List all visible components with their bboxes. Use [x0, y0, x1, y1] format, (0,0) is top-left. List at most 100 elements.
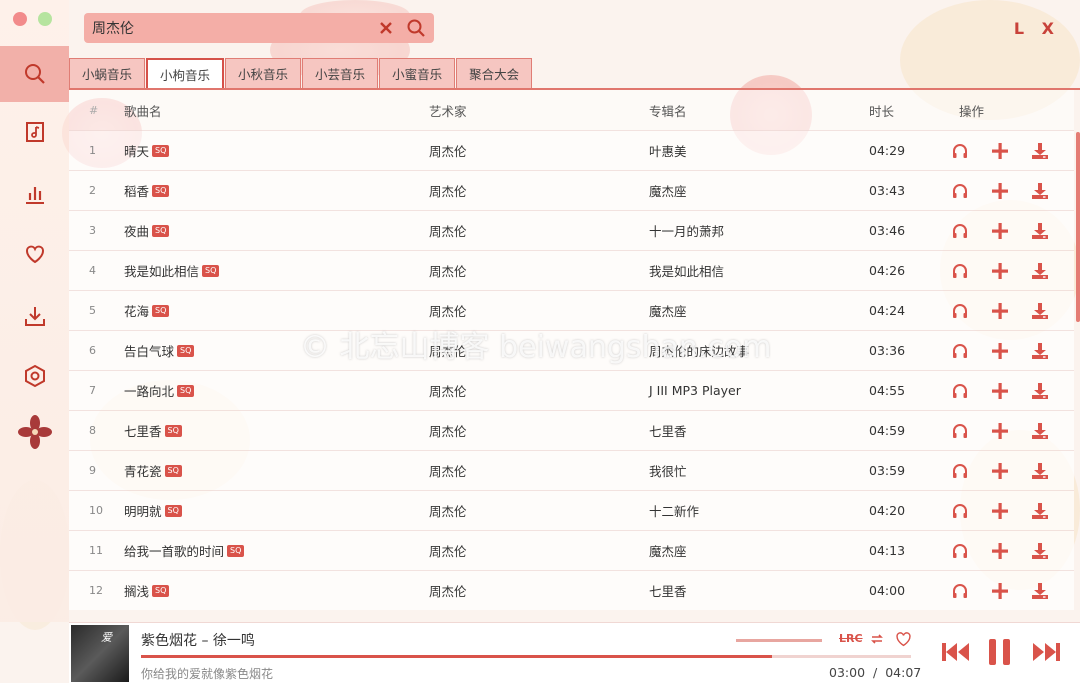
- listen-icon[interactable]: [951, 582, 969, 600]
- table-row[interactable]: 9 青花瓷 SQ 周杰伦 我很忙 03:59: [69, 450, 1074, 490]
- table-row[interactable]: 11 给我一首歌的时间 SQ 周杰伦 魔杰座 04:13: [69, 530, 1074, 570]
- song-title: 青花瓷: [124, 464, 162, 479]
- add-to-list-icon[interactable]: [991, 582, 1009, 600]
- row-song-name: 七里香 SQ: [124, 421, 429, 440]
- sq-badge: SQ: [177, 384, 195, 397]
- listen-icon[interactable]: [951, 142, 969, 160]
- add-to-list-icon[interactable]: [991, 142, 1009, 160]
- add-to-list-icon[interactable]: [991, 542, 1009, 560]
- row-artist: 周杰伦: [429, 584, 467, 599]
- add-to-list-icon[interactable]: [991, 262, 1009, 280]
- download-song-icon[interactable]: [1031, 222, 1049, 240]
- tab-5[interactable]: 小蜜音乐: [379, 58, 456, 88]
- download-song-icon[interactable]: [1031, 542, 1049, 560]
- tab-3[interactable]: 小秋音乐: [225, 58, 302, 88]
- clear-search-icon[interactable]: [378, 20, 394, 40]
- listen-icon[interactable]: [951, 542, 969, 560]
- next-track-icon[interactable]: [1031, 641, 1061, 663]
- row-song-name: 晴天 SQ: [124, 141, 429, 160]
- progress-bar[interactable]: [141, 655, 911, 658]
- row-album: 我是如此相信: [649, 264, 725, 279]
- app-brand: L X: [1013, 19, 1060, 38]
- download-song-icon[interactable]: [1031, 462, 1049, 480]
- favorite-heart-icon[interactable]: [895, 631, 912, 647]
- song-title: 夜曲: [124, 224, 150, 239]
- search-input[interactable]: [84, 20, 364, 36]
- sidebar-item-charts[interactable]: [0, 170, 69, 218]
- listen-icon[interactable]: [951, 462, 969, 480]
- tab-4[interactable]: 小芸音乐: [302, 58, 379, 88]
- table-row[interactable]: 7 一路向北 SQ 周杰伦 J III MP3 Player 04:55: [69, 370, 1074, 410]
- header-duration: 时长: [869, 103, 895, 119]
- heart-icon: [25, 245, 44, 264]
- download-song-icon[interactable]: [1031, 342, 1049, 360]
- album-cover[interactable]: 爱: [71, 625, 129, 682]
- window-minimize-button[interactable]: [38, 12, 52, 26]
- repeat-icon[interactable]: [869, 631, 885, 647]
- add-to-list-icon[interactable]: [991, 462, 1009, 480]
- tab-6[interactable]: 聚合大会: [456, 58, 533, 88]
- pause-icon[interactable]: [987, 638, 1013, 666]
- sq-badge: SQ: [152, 584, 170, 597]
- add-to-list-icon[interactable]: [991, 422, 1009, 440]
- table-row[interactable]: 2 稻香 SQ 周杰伦 魔杰座 03:43: [69, 170, 1074, 210]
- add-to-list-icon[interactable]: [991, 222, 1009, 240]
- tab-2[interactable]: 小枸音乐: [146, 58, 225, 89]
- listen-icon[interactable]: [951, 302, 969, 320]
- add-to-list-icon[interactable]: [991, 342, 1009, 360]
- listen-icon[interactable]: [951, 422, 969, 440]
- table-row[interactable]: 4 我是如此相信 SQ 周杰伦 我是如此相信 04:26: [69, 250, 1074, 290]
- add-to-list-icon[interactable]: [991, 182, 1009, 200]
- volume-slider[interactable]: [736, 639, 822, 642]
- sq-badge: SQ: [202, 264, 220, 277]
- add-to-list-icon[interactable]: [991, 502, 1009, 520]
- row-duration: 04:00: [869, 583, 906, 598]
- add-to-list-icon[interactable]: [991, 382, 1009, 400]
- now-playing-lyric: 你给我的爱就像紫色烟花: [141, 667, 274, 681]
- sidebar-item-search[interactable]: [0, 46, 69, 102]
- download-song-icon[interactable]: [1031, 262, 1049, 280]
- listen-icon[interactable]: [951, 382, 969, 400]
- listen-icon[interactable]: [951, 262, 969, 280]
- table-row[interactable]: 3 夜曲 SQ 周杰伦 十一月的萧邦 03:46: [69, 210, 1074, 250]
- table-row[interactable]: 1 晴天 SQ 周杰伦 叶惠美 04:29: [69, 130, 1074, 170]
- row-num: 8: [89, 424, 96, 437]
- row-num: 7: [89, 384, 96, 397]
- add-to-list-icon[interactable]: [991, 302, 1009, 320]
- window-close-button[interactable]: [13, 12, 27, 26]
- download-song-icon[interactable]: [1031, 302, 1049, 320]
- sq-badge: SQ: [164, 464, 182, 477]
- sq-badge: SQ: [227, 544, 245, 557]
- download-song-icon[interactable]: [1031, 382, 1049, 400]
- sidebar-item-downloads[interactable]: [0, 292, 69, 340]
- previous-track-icon[interactable]: [941, 641, 971, 663]
- tab-1[interactable]: 小蜗音乐: [69, 58, 146, 88]
- song-title: 花海: [124, 304, 150, 319]
- header-ops: 操作: [959, 103, 985, 119]
- table-scrollbar[interactable]: [1076, 132, 1080, 322]
- search-submit-icon[interactable]: [406, 18, 426, 42]
- sq-badge: SQ: [152, 184, 170, 197]
- row-num: 6: [89, 344, 96, 357]
- table-row[interactable]: 12 搁浅 SQ 周杰伦 七里香 04:00: [69, 570, 1074, 610]
- row-artist: 周杰伦: [429, 424, 467, 439]
- sq-badge: SQ: [152, 224, 170, 237]
- download-song-icon[interactable]: [1031, 502, 1049, 520]
- download-song-icon[interactable]: [1031, 582, 1049, 600]
- download-song-icon[interactable]: [1031, 142, 1049, 160]
- sidebar-item-settings[interactable]: [0, 352, 69, 400]
- table-row[interactable]: 8 七里香 SQ 周杰伦 七里香 04:59: [69, 410, 1074, 450]
- sidebar-item-favorites[interactable]: [0, 230, 69, 278]
- listen-icon[interactable]: [951, 222, 969, 240]
- lyrics-toggle-icon[interactable]: LRC: [839, 632, 863, 645]
- listen-icon[interactable]: [951, 342, 969, 360]
- row-artist: 周杰伦: [429, 224, 467, 239]
- row-duration: 03:43: [869, 183, 906, 198]
- download-song-icon[interactable]: [1031, 422, 1049, 440]
- listen-icon[interactable]: [951, 502, 969, 520]
- row-artist: 周杰伦: [429, 304, 467, 319]
- sidebar-item-library[interactable]: [0, 108, 69, 156]
- table-row[interactable]: 10 明明就 SQ 周杰伦 十二新作 04:20: [69, 490, 1074, 530]
- listen-icon[interactable]: [951, 182, 969, 200]
- download-song-icon[interactable]: [1031, 182, 1049, 200]
